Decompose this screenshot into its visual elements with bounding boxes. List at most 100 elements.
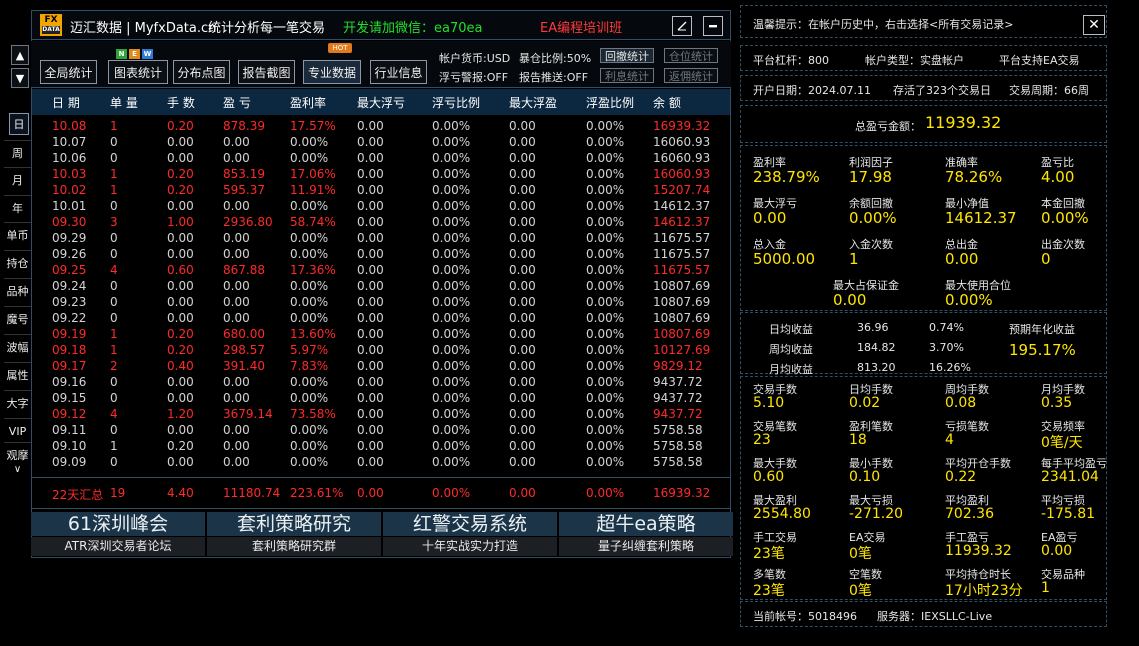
stat-button-2[interactable]: 利息统计	[600, 68, 654, 83]
table-row[interactable]: 10.01 0 0.00 0.00 0.00% 0.00 0.00% 0.00 0.00% 146…	[32, 198, 730, 214]
column-header-3[interactable]: 盈 亏	[223, 94, 251, 111]
table-cell: 4	[110, 263, 118, 277]
stat-value: 5.10	[753, 395, 785, 411]
table-row[interactable]: 10.07 0 0.00 0.00 0.00% 0.00 0.00% 0.00 0.00% 160…	[32, 134, 730, 150]
table-row[interactable]: 09.25 4 0.60 867.88 17.36% 0.00 0.00% 0.00 0.00%…	[32, 262, 730, 278]
ea-support: 平台支持EA交易	[999, 54, 1080, 67]
banner-2[interactable]: 红警交易系统 十年实战实力打造	[383, 512, 557, 556]
table-cell: 5758.58	[653, 455, 703, 469]
table-row[interactable]: 09.17 2 0.40 391.40 7.83% 0.00 0.00% 0.00 0.00% 9…	[32, 358, 730, 374]
side-tab-7[interactable]: 魔号	[4, 306, 31, 331]
stat-button-0[interactable]: 回撤统计	[600, 48, 654, 63]
close-icon[interactable]: ✕	[1083, 15, 1105, 35]
toolbar-button-4[interactable]: 专业数据	[303, 60, 361, 84]
column-header-8[interactable]: 浮盈比例	[586, 94, 634, 111]
table-row[interactable]: 10.08 1 0.20 878.39 17.57% 0.00 0.00% 0.00 0.00%…	[32, 118, 730, 134]
banner-title: 红警交易系统	[383, 512, 557, 536]
stats-box-1: 盈利率 238.79% 利润因子 17.98 准确率 78.26% 盈亏比 4.00 最大浮亏 0…	[740, 145, 1107, 311]
minimize-icon[interactable]	[703, 16, 723, 36]
stat-button-3[interactable]: 返佣统计	[664, 68, 718, 83]
banner-subtitle: 套利策略研究群	[207, 537, 381, 556]
banner-1[interactable]: 套利策略研究 套利策略研究群	[207, 512, 381, 556]
table-cell: 16060.93	[653, 167, 711, 181]
table-cell: 0.00%	[432, 199, 471, 213]
table-cell: 391.40	[223, 359, 265, 373]
stat-value: 0.10	[849, 469, 881, 485]
table-row[interactable]: 09.22 0 0.00 0.00 0.00% 0.00 0.00% 0.00 0.00% 108…	[32, 310, 730, 326]
toolbar-button-5[interactable]: 行业信息	[370, 60, 427, 84]
table-cell: 0.00	[223, 455, 250, 469]
table-row[interactable]: 09.10 1 0.20 0.00 0.00% 0.00 0.00% 0.00 0.00% 575…	[32, 438, 730, 454]
column-header-0[interactable]: 日 期	[52, 94, 80, 111]
table-row[interactable]: 10.02 1 0.20 595.37 11.91% 0.00 0.00% 0.00 0.00%…	[32, 182, 730, 198]
report-push[interactable]: 报告推送:OFF	[519, 69, 588, 85]
stat-button-1[interactable]: 仓位统计	[664, 48, 718, 63]
scroll-up-button[interactable]: ▲	[11, 45, 29, 65]
side-tab-2[interactable]: 月	[4, 167, 31, 192]
summary-row: 22天汇总 19 4.40 11180.74 223.61% 0.00 0.00% 0.00 0…	[32, 477, 730, 509]
expand-icon[interactable]: ∨	[4, 462, 31, 476]
float-alert[interactable]: 浮亏警报:OFF	[439, 69, 508, 85]
table-row[interactable]: 10.03 1 0.20 853.19 17.06% 0.00 0.00% 0.00 0.00%…	[32, 166, 730, 182]
side-tab-6[interactable]: 品种	[4, 278, 31, 303]
table-cell: 0.00	[167, 391, 194, 405]
return-pct: 0.74%	[929, 321, 964, 334]
table-cell: 09.24	[52, 279, 87, 293]
table-cell: 0.00%	[586, 359, 625, 373]
table-cell: 0.00%	[586, 295, 625, 309]
side-tab-8[interactable]: 波幅	[4, 334, 31, 359]
table-cell: 0.00%	[586, 199, 625, 213]
account-currency: 帐户货币:USD	[439, 52, 511, 65]
table-cell: 09.11	[52, 423, 87, 437]
table-row[interactable]: 09.16 0 0.00 0.00 0.00% 0.00 0.00% 0.00 0.00% 943…	[32, 374, 730, 390]
table-cell: 0	[110, 295, 118, 309]
table-row[interactable]: 09.12 4 1.20 3679.14 73.58% 0.00 0.00% 0.00 0.00…	[32, 406, 730, 422]
table-row[interactable]: 09.09 0 0.00 0.00 0.00% 0.00 0.00% 0.00 0.00% 575…	[32, 454, 730, 470]
table-cell: 298.57	[223, 343, 265, 357]
table-cell: 0	[110, 151, 118, 165]
toolbar-button-2[interactable]: 分布点图	[173, 60, 230, 84]
table-cell: 09.30	[52, 215, 87, 229]
banner-3[interactable]: 超牛ea策略 量子纠缠套利策略	[559, 512, 733, 556]
table-row[interactable]: 09.11 0 0.00 0.00 0.00% 0.00 0.00% 0.00 0.00% 575…	[32, 422, 730, 438]
training-link[interactable]: EA编程培训班	[540, 17, 622, 36]
table-row[interactable]: 09.23 0 0.00 0.00 0.00% 0.00 0.00% 0.00 0.00% 108…	[32, 294, 730, 310]
table-cell: 0.00%	[290, 423, 329, 437]
table-cell: 0.00	[509, 439, 536, 453]
table-row[interactable]: 10.06 0 0.00 0.00 0.00% 0.00 0.00% 0.00 0.00% 160…	[32, 150, 730, 166]
side-tab-4[interactable]: 单币	[4, 222, 31, 247]
column-header-5[interactable]: 最大浮亏	[357, 94, 405, 111]
side-tab-0[interactable]: 日	[9, 113, 29, 135]
toolbar-button-1[interactable]: 图表统计	[108, 60, 168, 84]
table-row[interactable]: 09.24 0 0.00 0.00 0.00% 0.00 0.00% 0.00 0.00% 108…	[32, 278, 730, 294]
side-tab-11[interactable]: VIP	[4, 418, 31, 443]
toolbar-button-0[interactable]: 全局统计	[40, 60, 97, 84]
side-tab-5[interactable]: 持仓	[4, 250, 31, 275]
summary-cell: 0.00	[509, 486, 536, 500]
table-cell: 0.00	[357, 151, 384, 165]
column-header-4[interactable]: 盈利率	[290, 94, 326, 111]
table-cell: 0.00	[223, 311, 250, 325]
side-tab-1[interactable]: 周	[4, 140, 31, 165]
side-tab-10[interactable]: 大字	[4, 390, 31, 415]
side-tab-3[interactable]: 年	[4, 195, 31, 220]
column-header-6[interactable]: 浮亏比例	[432, 94, 480, 111]
table-cell: 0.00	[357, 455, 384, 469]
table-row[interactable]: 09.15 0 0.00 0.00 0.00% 0.00 0.00% 0.00 0.00% 943…	[32, 390, 730, 406]
side-tab-9[interactable]: 属性	[4, 362, 31, 387]
table-row[interactable]: 09.26 0 0.00 0.00 0.00% 0.00 0.00% 0.00 0.00% 116…	[32, 246, 730, 262]
table-row[interactable]: 09.18 1 0.20 298.57 5.97% 0.00 0.00% 0.00 0.00% 1…	[32, 342, 730, 358]
table-cell: 0.00	[509, 311, 536, 325]
column-header-2[interactable]: 手 数	[167, 94, 195, 111]
table-cell: 0.00	[357, 407, 384, 421]
column-header-7[interactable]: 最大浮盈	[509, 94, 557, 111]
table-row[interactable]: 09.29 0 0.00 0.00 0.00% 0.00 0.00% 0.00 0.00% 116…	[32, 230, 730, 246]
table-row[interactable]: 09.19 1 0.20 680.00 13.60% 0.00 0.00% 0.00 0.00%…	[32, 326, 730, 342]
toolbar-button-3[interactable]: 报告截图	[238, 60, 295, 84]
edit-icon[interactable]	[672, 16, 692, 36]
banner-0[interactable]: 61深圳峰会 ATR深圳交易者论坛	[31, 512, 205, 556]
column-header-1[interactable]: 单 量	[110, 94, 138, 111]
table-row[interactable]: 09.30 3 1.00 2936.80 58.74% 0.00 0.00% 0.00 0.00…	[32, 214, 730, 230]
scroll-down-button[interactable]: ▼	[11, 68, 29, 88]
column-header-9[interactable]: 余 额	[653, 94, 681, 111]
